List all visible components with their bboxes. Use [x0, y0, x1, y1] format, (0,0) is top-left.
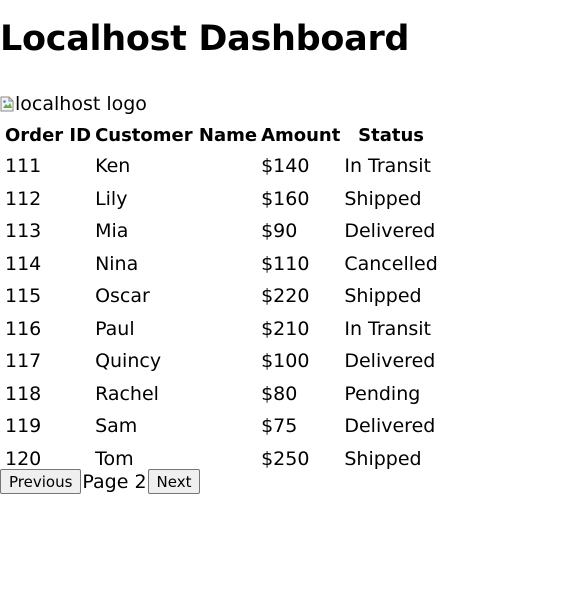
- cell-amount: $80: [261, 382, 298, 405]
- cell-customer-name: Ken: [95, 155, 131, 178]
- table-row: 111 Ken $140 In Transit: [4, 151, 439, 182]
- cell-order-id: 118: [5, 382, 42, 405]
- cell-order-id: 115: [5, 285, 42, 308]
- cell-status: Pending: [344, 382, 421, 405]
- cell-amount: $110: [261, 252, 310, 275]
- cell-status: Delivered: [344, 220, 436, 243]
- cell-status: Delivered: [344, 350, 436, 373]
- cell-amount: $75: [261, 415, 298, 438]
- broken-image-icon: [0, 96, 14, 112]
- cell-order-id: 119: [5, 415, 42, 438]
- cell-customer-name: Paul: [95, 317, 135, 340]
- table-row: 112 Lily $160 Shipped: [4, 184, 439, 215]
- page-indicator: Page 2: [82, 470, 147, 493]
- cell-order-id: 114: [5, 252, 42, 275]
- cell-order-id: 111: [5, 155, 42, 178]
- cell-amount: $90: [261, 220, 298, 243]
- cell-amount: $220: [261, 285, 310, 308]
- table-row: 114 Nina $110 Cancelled: [4, 249, 439, 280]
- cell-status: Shipped: [344, 187, 422, 210]
- cell-status: In Transit: [344, 317, 431, 340]
- page-title: Localhost Dashboard: [0, 19, 410, 59]
- pagination: Previous Page 2 Next: [0, 469, 201, 494]
- logo: localhost logo: [0, 91, 147, 117]
- cell-amount: $250: [261, 447, 310, 470]
- cell-status: Shipped: [344, 285, 422, 308]
- column-header-customer-name: Customer Name: [95, 125, 258, 146]
- cell-status: Delivered: [344, 415, 436, 438]
- cell-status: In Transit: [344, 155, 431, 178]
- cell-customer-name: Rachel: [95, 382, 159, 405]
- cell-amount: $140: [261, 155, 310, 178]
- cell-customer-name: Quincy: [95, 350, 162, 373]
- cell-customer-name: Oscar: [95, 285, 150, 308]
- cell-status: Shipped: [344, 447, 422, 470]
- logo-alt-text: localhost logo: [15, 93, 147, 115]
- table-row: 118 Rachel $80 Pending: [4, 379, 439, 410]
- cell-amount: $100: [261, 350, 310, 373]
- cell-customer-name: Sam: [95, 415, 138, 438]
- cell-customer-name: Nina: [95, 252, 139, 275]
- cell-status: Cancelled: [344, 252, 438, 275]
- table-row: 116 Paul $210 In Transit: [4, 314, 439, 345]
- orders-table: Order ID Customer Name Amount Status 111…: [2, 120, 441, 476]
- table-row: 119 Sam $75 Delivered: [4, 411, 439, 442]
- table-row: 115 Oscar $220 Shipped: [4, 281, 439, 312]
- cell-customer-name: Lily: [95, 187, 128, 210]
- table-row: 113 Mia $90 Delivered: [4, 216, 439, 247]
- table-row: 117 Quincy $100 Delivered: [4, 346, 439, 377]
- previous-button[interactable]: Previous: [0, 469, 82, 494]
- cell-amount: $210: [261, 317, 310, 340]
- cell-order-id: 113: [5, 220, 42, 243]
- column-header-order-id: Order ID: [5, 125, 92, 146]
- column-header-status: Status: [358, 125, 424, 146]
- cell-order-id: 112: [5, 187, 42, 210]
- cell-order-id: 116: [5, 317, 42, 340]
- cell-amount: $160: [261, 187, 310, 210]
- cell-customer-name: Mia: [95, 220, 129, 243]
- cell-order-id: 117: [5, 350, 42, 373]
- next-button[interactable]: Next: [147, 469, 201, 494]
- table-header-row: Order ID Customer Name Amount Status: [4, 122, 439, 149]
- column-header-amount: Amount: [261, 125, 341, 146]
